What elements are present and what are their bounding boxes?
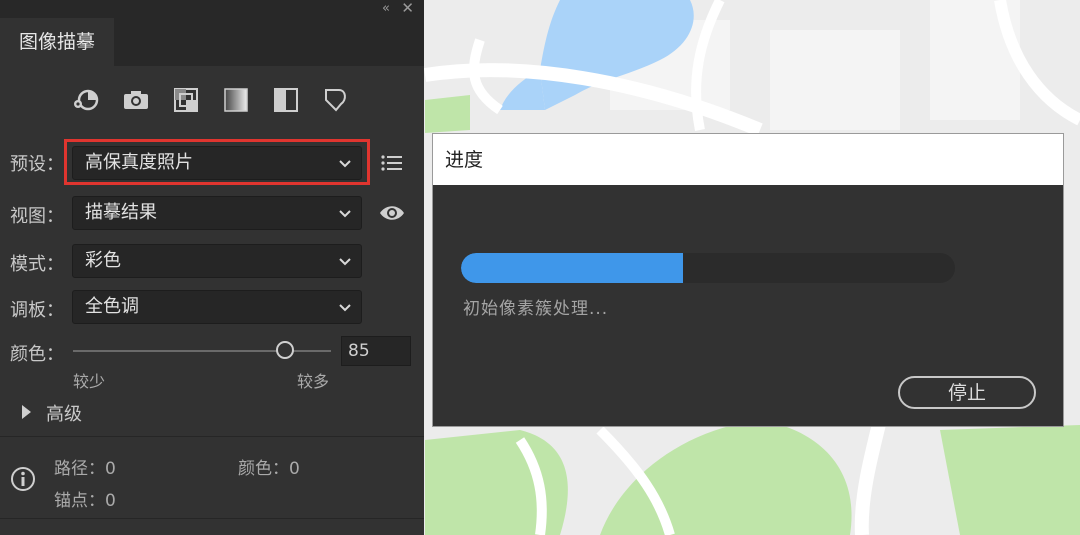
slider-max-label: 较多 <box>297 372 330 391</box>
gradient-square-icon[interactable] <box>222 86 250 114</box>
highlight-box <box>64 139 370 185</box>
progress-bar <box>461 253 955 283</box>
grayscale-grid-icon[interactable] <box>172 86 200 114</box>
eye-icon[interactable] <box>378 203 406 223</box>
colors-slider-knob[interactable] <box>275 341 294 359</box>
list-menu-icon[interactable] <box>380 152 404 174</box>
photo-camera-icon[interactable] <box>122 86 150 114</box>
progress-dialog: 进度 初始像素簇处理... 停止 <box>432 133 1064 427</box>
chevron-down-icon <box>339 210 351 218</box>
chevron-down-icon <box>339 304 351 312</box>
palette-label: 调板： <box>10 300 64 321</box>
progress-bar-fill <box>461 253 684 283</box>
colors-label: 颜色： <box>10 344 64 365</box>
map-park <box>940 425 1080 535</box>
view-value: 描摹结果 <box>85 202 157 223</box>
mode-label: 模式： <box>10 254 64 275</box>
palette-value: 全色调 <box>85 296 139 317</box>
anchors-count: 锚点：0 <box>54 491 116 511</box>
panel-top-bar: « ✕ <box>0 0 424 18</box>
map-block <box>770 30 900 130</box>
collapse-panel-button[interactable]: « <box>382 0 390 18</box>
map-park <box>425 95 470 133</box>
progress-status: 初始像素簇处理... <box>463 299 609 319</box>
panel-tab-bar: 图像描摹 <box>0 18 424 66</box>
triangle-right-icon <box>22 405 31 419</box>
stop-button[interactable]: 停止 <box>898 376 1036 409</box>
half-tone-icon[interactable] <box>272 86 300 114</box>
tab-image-trace[interactable]: 图像描摹 <box>0 18 114 66</box>
slider-min-label: 较少 <box>73 372 106 391</box>
image-trace-panel: « ✕ 图像描摹 预设： 高保真度照片 视图： 描摹结果 模式： 彩色 调板： … <box>0 0 424 535</box>
section-divider <box>0 518 424 519</box>
outline-tag-icon[interactable] <box>322 86 350 114</box>
palette-dropdown[interactable]: 全色调 <box>72 290 362 324</box>
chevron-down-icon <box>339 258 351 266</box>
section-divider <box>0 436 424 437</box>
close-panel-button[interactable]: ✕ <box>401 0 414 17</box>
mode-value: 彩色 <box>85 250 121 271</box>
paths-count: 路径：0 <box>54 459 116 479</box>
colors-value-field[interactable]: 85 <box>341 336 411 366</box>
view-dropdown[interactable]: 描摹结果 <box>72 196 362 230</box>
advanced-label: 高级 <box>46 404 82 425</box>
auto-color-icon[interactable] <box>72 86 100 114</box>
dialog-title: 进度 <box>433 134 1063 185</box>
view-label: 视图： <box>10 206 64 227</box>
preset-label: 预设： <box>10 154 64 175</box>
colors-count: 颜色：0 <box>238 459 300 479</box>
mode-dropdown[interactable]: 彩色 <box>72 244 362 278</box>
info-icon <box>11 467 35 491</box>
